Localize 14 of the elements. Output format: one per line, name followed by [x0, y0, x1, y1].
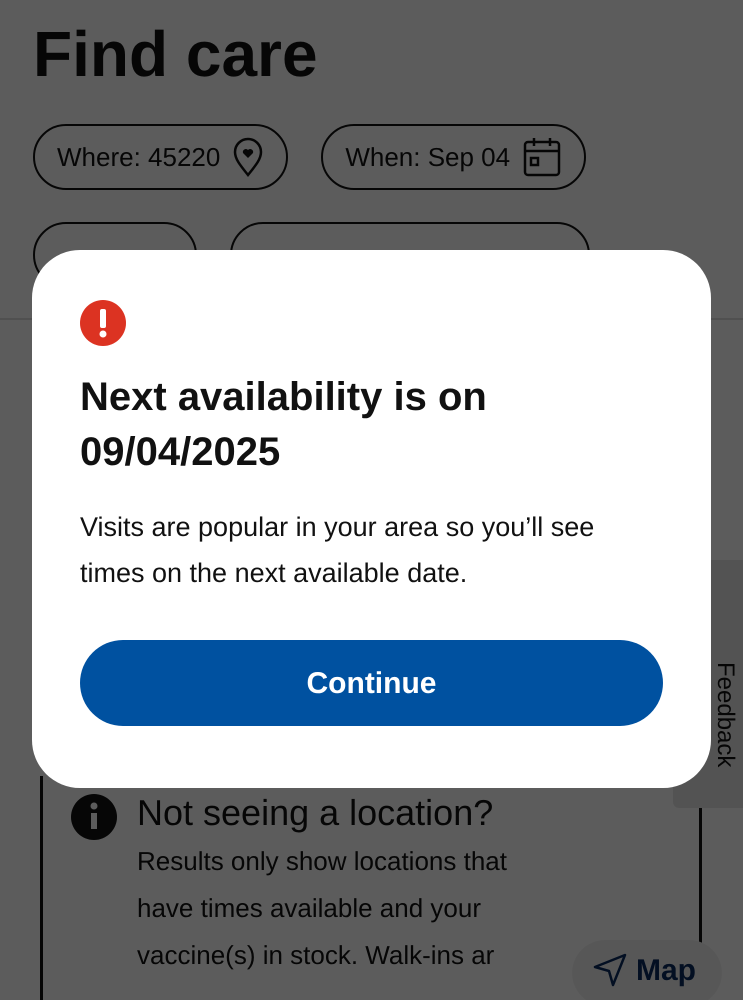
filter-chip[interactable]: When: Sep 04: [321, 124, 586, 190]
dialog-text: Visits are popular in your area so you’ll see times on the next available date.: [80, 511, 596, 590]
continue-button[interactable]: Continue: [80, 640, 663, 726]
page-title: Find care: [32, 17, 319, 92]
navigation-arrow-icon: [592, 952, 628, 988]
location-pin-icon: [232, 137, 264, 177]
info-icon: [71, 794, 117, 840]
dialog-title: Next availability is on 09/04/2025: [80, 374, 488, 476]
notice-title: Not seeing a location?: [137, 791, 494, 835]
filter-chip[interactable]: Where: 45220: [33, 124, 288, 190]
alert-icon: [80, 300, 126, 346]
calendar-icon: [522, 136, 562, 178]
map-button[interactable]: Map: [572, 940, 722, 1000]
notice-text: Results only show locations that have times available and your vaccine(s) in stock. Walk-ins ar: [137, 845, 508, 972]
